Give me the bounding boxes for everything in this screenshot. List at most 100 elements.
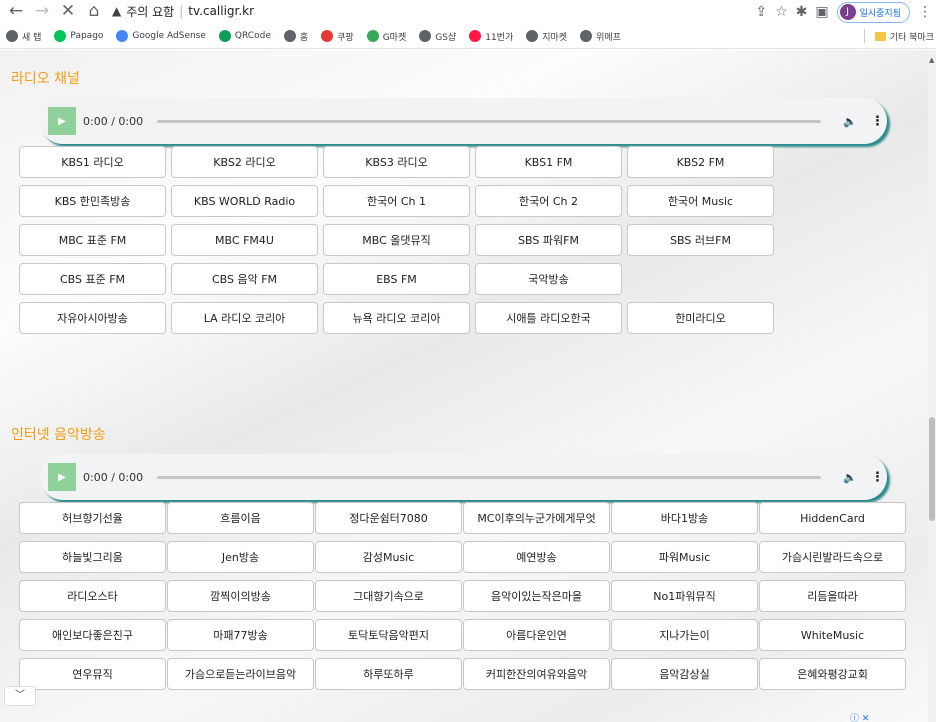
music-channel-button[interactable]: 가슴시린발라드속으로 xyxy=(759,541,906,573)
music-channel-button[interactable]: 허브향기선율 xyxy=(19,502,166,534)
music-channel-button[interactable]: 감성Music xyxy=(315,541,462,573)
radio-channel-button[interactable]: MBC FM4U xyxy=(171,224,318,256)
more-options-icon[interactable]: ⋮ xyxy=(871,470,884,485)
radio-channel-button[interactable]: CBS 음악 FM xyxy=(171,263,318,295)
bookmark-item[interactable]: QRCode xyxy=(218,30,271,42)
music-channel-button[interactable]: 파워Music xyxy=(611,541,758,573)
radio-channel-button[interactable]: KBS2 FM xyxy=(627,146,774,178)
radio-channel-button[interactable]: 한국어 Ch 2 xyxy=(475,185,622,217)
bookmark-item[interactable]: G마켓 xyxy=(366,30,406,43)
bookmark-item[interactable]: 홈 xyxy=(283,30,308,43)
music-channel-button[interactable]: 토닥토닥음악편지 xyxy=(315,619,462,651)
bookmark-item[interactable]: 쿠팡 xyxy=(321,30,354,43)
play-icon[interactable]: ▶ xyxy=(48,463,76,491)
play-icon[interactable]: ▶ xyxy=(48,107,76,135)
radio-channel-button[interactable]: KBS2 라디오 xyxy=(171,146,318,178)
bookmark-item[interactable]: 지마켓 xyxy=(526,30,567,43)
music-channel-button[interactable]: 연우뮤직 xyxy=(19,658,166,690)
music-channel-button[interactable]: 라디오스타 xyxy=(19,580,166,612)
music-channel-button[interactable]: 음악이있는작은마을 xyxy=(463,580,610,612)
radio-channel-button[interactable]: LA 라디오 코리아 xyxy=(171,302,318,334)
toolbar-actions: ⇪ ☆ ✱ ▣ J 일시중지됨 ⋮ xyxy=(755,0,936,24)
radio-channel-button[interactable]: MBC 올댓뮤직 xyxy=(323,224,470,256)
radio-channel-button[interactable]: 한국어 Music xyxy=(627,185,774,217)
bookmark-star-icon[interactable]: ☆ xyxy=(775,4,788,20)
radio-channel-button[interactable]: KBS1 라디오 xyxy=(19,146,166,178)
radio-channel-button[interactable]: MBC 표준 FM xyxy=(19,224,166,256)
radio-channel-button[interactable]: 국악방송 xyxy=(475,263,622,295)
radio-channel-button[interactable]: SBS 러브FM xyxy=(627,224,774,256)
more-options-icon[interactable]: ⋮ xyxy=(871,114,884,129)
radio-channel-button[interactable]: CBS 표준 FM xyxy=(19,263,166,295)
music-channel-button[interactable]: 정다운쉼터7080 xyxy=(315,502,462,534)
chevron-down-icon[interactable]: ﹀ xyxy=(4,686,36,706)
music-channel-button[interactable]: 그대향기속으로 xyxy=(315,580,462,612)
music-channel-button[interactable]: Jen방송 xyxy=(167,541,314,573)
radio-audio-player[interactable]: ▶ 0:00 / 0:00 🔈 ⋮ xyxy=(40,98,887,144)
music-channel-button[interactable]: 음악감상실 xyxy=(611,658,758,690)
extensions-icon[interactable]: ✱ xyxy=(796,4,808,20)
internet-audio-player[interactable]: ▶ 0:00 / 0:00 🔈 ⋮ xyxy=(40,454,887,500)
page-scrollbar[interactable]: ▲ xyxy=(928,50,936,722)
music-channel-button[interactable]: No1파워뮤직 xyxy=(611,580,758,612)
music-channel-button[interactable]: WhiteMusic xyxy=(759,619,906,651)
address-bar[interactable]: ▲ 주의 요함 | tv.calligr.kr xyxy=(112,1,254,21)
forward-arrow-icon[interactable]: → xyxy=(30,0,54,24)
bookmark-label: 새 탭 xyxy=(22,32,42,43)
music-channel-button[interactable]: 마패77방송 xyxy=(167,619,314,651)
radio-channel-button[interactable]: 한국어 Ch 1 xyxy=(323,185,470,217)
music-channel-button[interactable]: HiddenCard xyxy=(759,502,906,534)
bookmark-item[interactable]: Google AdSense xyxy=(116,30,206,42)
bookmark-item[interactable]: 11번가 xyxy=(469,30,513,43)
radio-channel-button[interactable]: 뉴욕 라디오 코리아 xyxy=(323,302,470,334)
radio-channel-button[interactable]: KBS3 라디오 xyxy=(323,146,470,178)
music-channel-button[interactable]: 깜찍이의방송 xyxy=(167,580,314,612)
sidebar-icon[interactable]: ▣ xyxy=(815,4,828,20)
ad-info-close[interactable]: ⓘ ✕ xyxy=(850,711,869,722)
music-channel-button[interactable]: 예연방송 xyxy=(463,541,610,573)
menu-kebab-icon[interactable]: ⋮ xyxy=(918,4,932,20)
share-icon[interactable]: ⇪ xyxy=(755,4,767,20)
radio-channel-button[interactable]: KBS1 FM xyxy=(475,146,622,178)
seek-bar[interactable] xyxy=(157,119,822,123)
music-channel-button[interactable]: 하루또하루 xyxy=(315,658,462,690)
music-channel-button[interactable]: 은혜와평강교회 xyxy=(759,658,906,690)
bookmark-item[interactable]: Papago xyxy=(54,30,103,42)
radio-channel-button[interactable]: EBS FM xyxy=(323,263,470,295)
music-channel-button[interactable]: 하늘빛그리움 xyxy=(19,541,166,573)
volume-icon[interactable]: 🔈 xyxy=(843,471,857,484)
stop-loading-icon[interactable]: ✕ xyxy=(56,0,80,24)
music-channel-button[interactable]: 리듬을따라 xyxy=(759,580,906,612)
radio-channel-button[interactable]: KBS 한민족방송 xyxy=(19,185,166,217)
other-bookmarks[interactable]: 기타 북마크 xyxy=(863,29,934,43)
home-icon[interactable]: ⌂ xyxy=(82,0,106,24)
radio-channel-button[interactable]: 한미라디오 xyxy=(627,302,774,334)
music-channel-button[interactable]: 아름다운인연 xyxy=(463,619,610,651)
seek-bar[interactable] xyxy=(157,475,822,479)
volume-icon[interactable]: 🔈 xyxy=(843,115,857,128)
internet-broadcast-grid: 허브향기선율 흐름이음 정다운쉼터7080 MC이후의누군가에게무엇 바다1방송 Hidd… xyxy=(19,502,906,690)
radio-channel-button[interactable]: 자유아시아방송 xyxy=(19,302,166,334)
bookmark-item[interactable]: 새 탭 xyxy=(6,30,41,43)
music-channel-button[interactable]: 흐름이음 xyxy=(167,502,314,534)
back-arrow-icon[interactable]: ← xyxy=(4,0,28,24)
radio-channel-button[interactable]: SBS 파워FM xyxy=(475,224,622,256)
music-channel-button[interactable]: 가슴으로듣는라이브음악 xyxy=(167,658,314,690)
globe-icon xyxy=(419,30,432,42)
music-channel-button[interactable]: 애인보다좋은친구 xyxy=(19,619,166,651)
radio-channel-button[interactable]: 시애틀 라디오한국 xyxy=(475,302,622,334)
player-time: 0:00 / 0:00 xyxy=(83,470,144,484)
radio-channel-button[interactable]: KBS WORLD Radio xyxy=(171,185,318,217)
scrollbar-thumb[interactable] xyxy=(929,417,935,521)
google-icon xyxy=(116,30,129,42)
music-channel-button[interactable]: MC이후의누군가에게무엇 xyxy=(463,502,610,534)
security-label: 주의 요함 xyxy=(126,4,175,19)
profile-button[interactable]: J 일시중지됨 xyxy=(836,1,910,23)
scroll-up-arrow-icon[interactable]: ▲ xyxy=(929,56,934,64)
bookmark-item[interactable]: 위메프 xyxy=(580,30,621,43)
music-channel-button[interactable]: 지나가는이 xyxy=(611,619,758,651)
bookmark-item[interactable]: GS샵 xyxy=(419,30,456,43)
globe-icon xyxy=(283,30,296,42)
music-channel-button[interactable]: 커피한잔의여유와음악 xyxy=(463,658,610,690)
music-channel-button[interactable]: 바다1방송 xyxy=(611,502,758,534)
